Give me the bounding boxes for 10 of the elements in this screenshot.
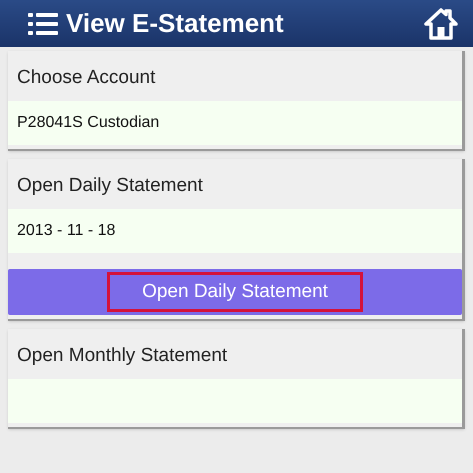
screen-title: View E-Statement: [66, 7, 284, 40]
section-label: Open Daily Statement: [16, 174, 204, 198]
section-label: Choose Account: [16, 66, 156, 90]
input-field[interactable]: [8, 379, 462, 423]
menu-icon[interactable]: [28, 12, 58, 36]
input-field[interactable]: P28041S Custodian: [8, 101, 462, 145]
section-label: Open Monthly Statement: [16, 344, 228, 368]
input-field[interactable]: 2013 - 11 - 18: [8, 209, 462, 253]
home-icon[interactable]: [423, 6, 459, 40]
open-statement-button[interactable]: Open Daily Statement: [8, 269, 462, 315]
